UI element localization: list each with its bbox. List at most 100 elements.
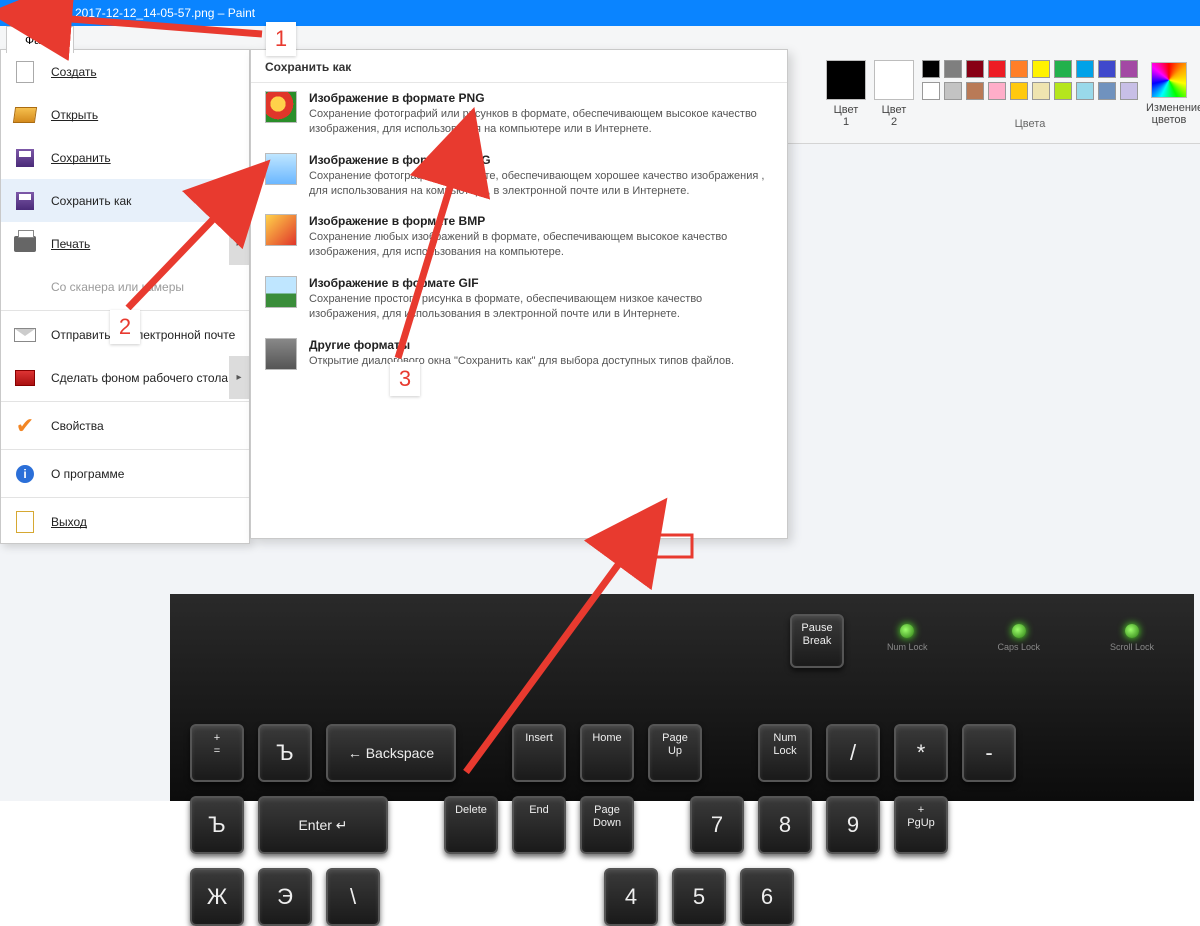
keyboard-key: + PgUp	[894, 796, 948, 854]
qat-dropdown-icon[interactable]	[54, 9, 61, 16]
keyboard-row: ЪEnter ↵DeleteEndPage Down789+ PgUp	[190, 796, 1174, 854]
color-swatch[interactable]	[922, 60, 940, 78]
color-swatch[interactable]	[966, 82, 984, 100]
color1[interactable]: Цвет 1	[826, 60, 866, 128]
title-bar: 2017-12-12_14-05-57.png – Paint	[0, 0, 1200, 26]
keyboard-key: Insert	[512, 724, 566, 782]
mail-icon	[14, 328, 36, 342]
info-icon: i	[16, 465, 34, 483]
chevron-right-icon	[229, 356, 249, 399]
save-as-jpeg[interactable]: Изображение в формате JPEGСохранение фот…	[251, 145, 787, 207]
color-swatch[interactable]	[1054, 60, 1072, 78]
png-icon	[265, 91, 297, 123]
keyboard-key: Delete	[444, 796, 498, 854]
color-swatch[interactable]	[988, 60, 1006, 78]
color1-swatch[interactable]	[826, 60, 866, 100]
led-numlock-icon	[900, 624, 914, 638]
keyboard-key: Э	[258, 868, 312, 926]
color-swatch[interactable]	[1054, 82, 1072, 100]
keyboard-key: Num Lock	[758, 724, 812, 782]
color-swatch[interactable]	[1010, 82, 1028, 100]
save-icon	[16, 149, 34, 167]
keyboard-key: 6	[740, 868, 794, 926]
keyboard-leds: Num Lock Caps Lock Scroll Lock	[887, 624, 1154, 652]
menu-save[interactable]: Сохранить	[1, 136, 249, 179]
file-menu: Создать Открыть Сохранить Сохранить как …	[0, 49, 250, 544]
keyboard-key: Enter ↵	[258, 796, 388, 854]
open-folder-icon	[13, 107, 37, 123]
separator	[1, 401, 249, 402]
keyboard-key: Ъ	[190, 796, 244, 854]
color-swatch[interactable]	[1120, 82, 1138, 100]
save-as-header: Сохранить как	[251, 50, 787, 83]
paint-app-icon	[4, 3, 24, 23]
menu-print[interactable]: Печать	[1, 222, 249, 265]
keyboard-row: + = Ъ← Backspace Insert Home Page Up Num Lock…	[190, 724, 1174, 782]
gif-icon	[265, 276, 297, 308]
jpeg-icon	[265, 153, 297, 185]
qat-save-icon[interactable]	[29, 6, 43, 20]
color-swatch[interactable]	[1076, 82, 1094, 100]
separator	[1, 449, 249, 450]
keyboard-key: Home	[580, 724, 634, 782]
menu-save-as[interactable]: Сохранить как	[1, 179, 249, 222]
color-swatch[interactable]	[1098, 82, 1116, 100]
color2-swatch[interactable]	[874, 60, 914, 100]
color-swatch[interactable]	[1120, 60, 1138, 78]
keyboard-key: \	[326, 868, 380, 926]
save-as-gif[interactable]: Изображение в формате GIFСохранение прос…	[251, 268, 787, 330]
keyboard-key: Ъ	[258, 724, 312, 782]
keyboard-key: 8	[758, 796, 812, 854]
window-title: 2017-12-12_14-05-57.png – Paint	[75, 6, 255, 20]
keyboard-key: 5	[672, 868, 726, 926]
color-swatch[interactable]	[966, 60, 984, 78]
color-swatch[interactable]	[1032, 60, 1050, 78]
keyboard-key: ← Backspace	[326, 724, 456, 782]
separator	[1, 497, 249, 498]
keyboard-key: 9	[826, 796, 880, 854]
led-scrolllock-icon	[1125, 624, 1139, 638]
menu-create[interactable]: Создать	[1, 50, 249, 93]
callout-2: 2	[110, 310, 140, 344]
color-swatch[interactable]	[1010, 60, 1028, 78]
save-as-submenu: Сохранить как Изображение в формате PNGС…	[250, 49, 788, 539]
keyboard-key: Page Up	[648, 724, 702, 782]
menu-scanner: Со сканера или камеры	[1, 265, 249, 308]
keyboard-key: Ж	[190, 868, 244, 926]
keyboard-row: ЖЭ\456	[190, 868, 1174, 926]
wallpaper-icon	[15, 370, 35, 386]
menu-set-wallpaper[interactable]: Сделать фоном рабочего стола	[1, 356, 249, 399]
print-icon	[14, 236, 36, 252]
save-as-bmp[interactable]: Изображение в формате BMPСохранение любы…	[251, 206, 787, 268]
edit-colors-button[interactable]: Изменение цветов	[1146, 60, 1192, 126]
keyboard-key: -	[962, 724, 1016, 782]
keyboard-key: End	[512, 796, 566, 854]
menu-open[interactable]: Открыть	[1, 93, 249, 136]
save-as-icon	[16, 192, 34, 210]
quick-access-toolbar	[26, 4, 69, 22]
color-swatch[interactable]	[1032, 82, 1050, 100]
other-format-icon	[265, 338, 297, 370]
menu-exit[interactable]: Выход	[1, 500, 249, 543]
save-as-other[interactable]: Другие форматыОткрытие диалогового окна …	[251, 330, 787, 378]
color-swatch[interactable]	[922, 82, 940, 100]
menu-about[interactable]: i О программе	[1, 452, 249, 495]
callout-3: 3	[390, 362, 420, 396]
chevron-right-icon	[229, 179, 249, 222]
led-capslock-icon	[1012, 624, 1026, 638]
keyboard-key: + =	[190, 724, 244, 782]
callout-1: 1	[266, 22, 296, 56]
save-as-png[interactable]: Изображение в формате PNGСохранение фото…	[251, 83, 787, 145]
rainbow-icon	[1151, 62, 1187, 98]
color-swatch[interactable]	[944, 82, 962, 100]
exit-icon	[16, 511, 34, 533]
colors-group: Цвет 1 Цвет 2 Цвета Изменение цветов	[826, 60, 1192, 130]
color-swatch[interactable]	[944, 60, 962, 78]
color-swatch[interactable]	[1076, 60, 1094, 78]
color-swatch[interactable]	[988, 82, 1006, 100]
bmp-icon	[265, 214, 297, 246]
file-tab[interactable]: Файл	[6, 26, 74, 53]
color2[interactable]: Цвет 2	[874, 60, 914, 128]
color-swatch[interactable]	[1098, 60, 1116, 78]
menu-properties[interactable]: ✔ Свойства	[1, 404, 249, 447]
